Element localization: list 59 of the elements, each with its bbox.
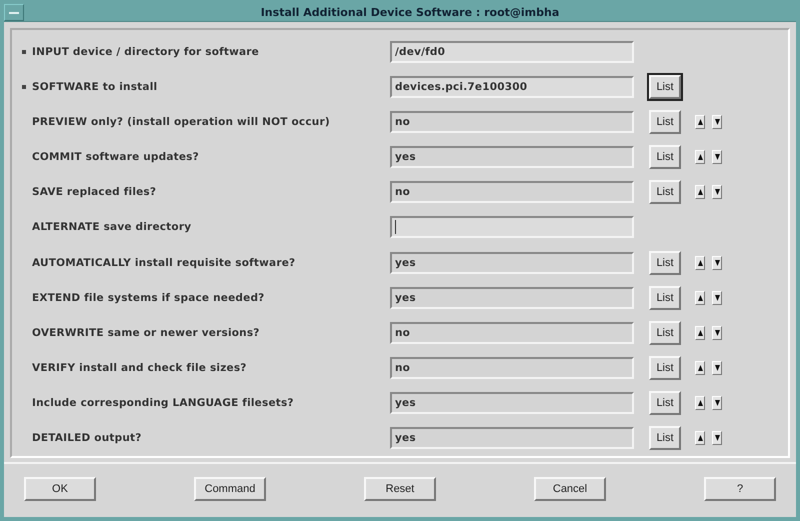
field-label: OVERWRITE same or newer versions?	[32, 326, 260, 339]
window-menu-icon[interactable]	[4, 4, 24, 21]
input-field[interactable]: devices.pci.7e100300	[390, 76, 634, 98]
window-title: Install Additional Device Software : root@imbha	[260, 6, 560, 19]
field-label: SOFTWARE to install	[32, 80, 158, 93]
spin-up-icon[interactable]	[695, 185, 705, 200]
field-label: COMMIT software updates?	[32, 151, 199, 164]
list-button[interactable]: List	[649, 286, 681, 310]
field-label: SAVE replaced files?	[32, 186, 156, 198]
input-field[interactable]: yes	[390, 252, 634, 274]
spin-down-icon[interactable]	[712, 114, 722, 129]
input-field[interactable]: no	[390, 357, 634, 380]
input-field[interactable]: yes	[390, 286, 634, 309]
list-button[interactable]: List	[649, 320, 681, 345]
spin-up-icon[interactable]	[695, 290, 705, 305]
spin-down-icon[interactable]	[712, 396, 722, 410]
spin-down-icon[interactable]	[712, 150, 722, 164]
list-button[interactable]: List	[649, 250, 681, 275]
dialog-button[interactable]: Reset	[364, 476, 436, 500]
spin-up-icon[interactable]	[695, 114, 705, 129]
list-button[interactable]: List	[649, 426, 681, 450]
dialog-button[interactable]: Command	[194, 476, 266, 500]
field-label: PREVIEW only? (install operation will NOT occur)	[32, 116, 330, 128]
input-field[interactable]: no	[390, 181, 634, 204]
spin-up-icon[interactable]	[695, 396, 705, 410]
list-button[interactable]: List	[649, 356, 681, 380]
list-button[interactable]: List	[649, 391, 681, 416]
spin-down-icon[interactable]	[712, 185, 722, 200]
spin-up-icon[interactable]	[695, 256, 705, 270]
field-label: DETAILED output?	[32, 432, 142, 444]
list-button[interactable]: List	[649, 74, 681, 99]
field-label: EXTEND file systems if space needed?	[32, 292, 264, 304]
spin-up-icon[interactable]	[695, 326, 705, 340]
spin-down-icon[interactable]	[712, 256, 722, 270]
input-field[interactable]	[390, 216, 634, 238]
spin-down-icon[interactable]	[712, 326, 722, 340]
dialog-button[interactable]: OK	[24, 476, 96, 500]
dialog-button[interactable]: ?	[704, 476, 776, 500]
input-field[interactable]: /dev/fd0	[390, 40, 634, 63]
input-field[interactable]: yes	[390, 427, 634, 450]
input-field[interactable]: yes	[390, 146, 634, 168]
spin-up-icon[interactable]	[695, 361, 705, 376]
spin-up-icon[interactable]	[695, 150, 705, 164]
list-button[interactable]: List	[649, 145, 681, 170]
spin-down-icon[interactable]	[712, 431, 722, 446]
dialog-button[interactable]: Cancel	[534, 476, 606, 500]
input-field[interactable]: no	[390, 110, 634, 133]
field-label: ALTERNATE save directory	[32, 221, 192, 234]
list-button[interactable]: List	[649, 180, 681, 204]
field-label: Include corresponding LANGUAGE filesets?	[32, 397, 294, 410]
spin-down-icon[interactable]	[712, 290, 722, 305]
list-button[interactable]: List	[649, 110, 681, 134]
spin-down-icon[interactable]	[712, 361, 722, 376]
input-field[interactable]: no	[390, 322, 634, 344]
input-field[interactable]: yes	[390, 392, 634, 414]
spin-up-icon[interactable]	[695, 431, 705, 446]
field-label: INPUT device / directory for software	[32, 46, 260, 58]
field-label: AUTOMATICALLY install requisite software?	[32, 256, 296, 269]
field-label: VERIFY install and check file sizes?	[32, 362, 247, 374]
